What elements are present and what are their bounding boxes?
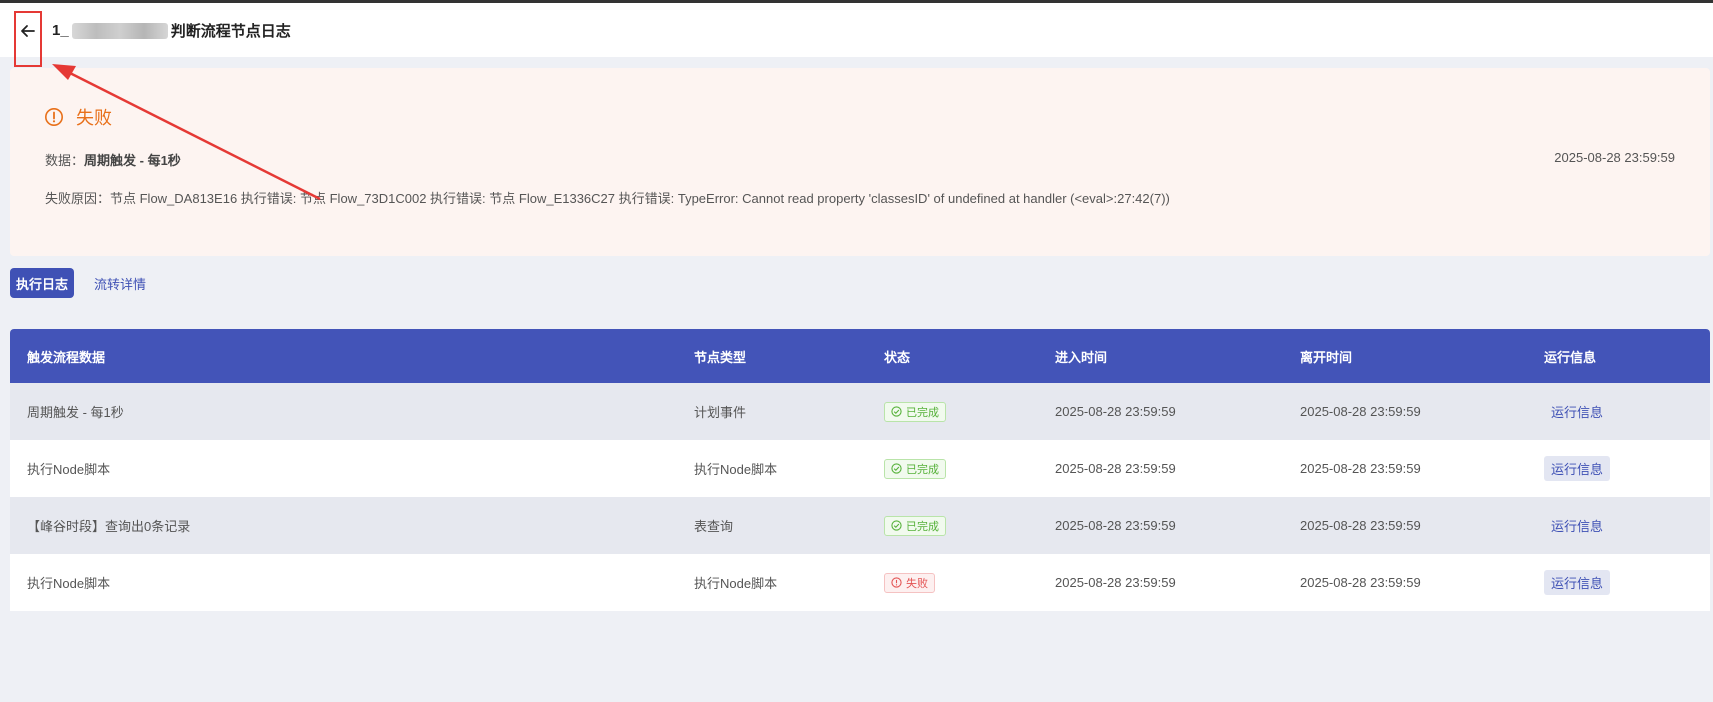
table-row: 【峰谷时段】查询出0条记录 表查询 已完成 2025-08-28 23:59:5… — [10, 497, 1710, 554]
failure-data: 数据：周期触发 - 每1秒 — [45, 150, 181, 169]
cell-status: 已完成 — [874, 401, 1045, 422]
cell-trigger-data: 执行Node脚本 — [27, 462, 111, 477]
failure-panel: 失败 数据：周期触发 - 每1秒 2025-08-28 23:59:59 失败原… — [10, 68, 1710, 256]
cell-trigger-data: 【峰谷时段】查询出0条记录 — [27, 519, 191, 534]
cell-enter-time: 2025-08-28 23:59:59 — [1055, 575, 1176, 590]
status-badge: 已完成 — [884, 515, 946, 536]
status-badge-label: 已完成 — [906, 406, 939, 419]
run-info-button[interactable]: 运行信息 — [1544, 513, 1610, 538]
back-arrow-icon — [21, 25, 35, 37]
run-info-button[interactable]: 运行信息 — [1544, 570, 1611, 595]
cell-node-type: 执行Node脚本 — [694, 576, 778, 591]
tab-bar: 执行日志 流转详情 — [10, 268, 146, 298]
failure-reason: 失败原因：节点 Flow_DA813E16 执行错误: 节点 Flow_73D1… — [45, 191, 1170, 206]
table-row: 执行Node脚本 执行Node脚本 已完成 2025-08-28 23:59:5… — [10, 440, 1710, 497]
cell-status: 已完成 — [874, 515, 1045, 536]
cell-run-info: 运行信息 — [1536, 456, 1710, 481]
failure-timestamp: 2025-08-28 23:59:59 — [1554, 150, 1675, 165]
execution-log-table: 触发流程数据 节点类型 状态 进入时间 离开时间 运行信息 周期触发 - 每1秒… — [10, 329, 1710, 611]
column-header-enter-time: 进入时间 — [1055, 349, 1108, 365]
status-badge-label: 已完成 — [906, 463, 939, 476]
cell-leave-time: 2025-08-28 23:59:59 — [1300, 461, 1421, 476]
cell-run-info: 运行信息 — [1536, 513, 1710, 538]
cell-enter-time: 2025-08-28 23:59:59 — [1055, 461, 1176, 476]
column-header-status: 状态 — [884, 349, 911, 365]
table-row: 周期触发 - 每1秒 计划事件 已完成 2025-08-28 23:59:59 … — [10, 383, 1710, 440]
cell-trigger-data: 执行Node脚本 — [27, 576, 111, 591]
cell-enter-time: 2025-08-28 23:59:59 — [1055, 518, 1176, 533]
table-row: 执行Node脚本 执行Node脚本 失败 2025-08-28 23:59:59… — [10, 554, 1710, 611]
cell-leave-time: 2025-08-28 23:59:59 — [1300, 575, 1421, 590]
page-title: 1_ 判断流程节点日志 — [52, 20, 291, 41]
redacted-text — [71, 22, 168, 39]
cell-run-info: 运行信息 — [1536, 570, 1710, 595]
page-title-prefix: 1_ — [52, 22, 69, 39]
error-circle-icon — [891, 577, 902, 588]
data-label: 数据： — [45, 153, 85, 168]
column-header-run-info: 运行信息 — [1544, 349, 1597, 365]
check-circle-icon — [891, 520, 902, 531]
page-title-suffix: 判断流程节点日志 — [170, 23, 291, 40]
warning-circle-icon — [45, 108, 63, 126]
cell-status: 失败 — [874, 572, 1045, 593]
table-header: 触发流程数据 节点类型 状态 进入时间 离开时间 运行信息 — [10, 329, 1710, 383]
cell-trigger-data: 周期触发 - 每1秒 — [27, 405, 124, 420]
column-header-node-type: 节点类型 — [694, 349, 747, 365]
cell-node-type: 执行Node脚本 — [694, 462, 778, 477]
cell-node-type: 计划事件 — [694, 405, 747, 420]
cell-leave-time: 2025-08-28 23:59:59 — [1300, 404, 1421, 419]
cell-enter-time: 2025-08-28 23:59:59 — [1055, 404, 1176, 419]
status-badge-label: 失败 — [906, 577, 928, 590]
status-badge: 已完成 — [884, 458, 946, 479]
failure-status: 失败 — [44, 104, 112, 130]
cell-leave-time: 2025-08-28 23:59:59 — [1300, 518, 1421, 533]
cell-status: 已完成 — [874, 458, 1045, 479]
data-value: 周期触发 - 每1秒 — [84, 153, 181, 168]
cell-run-info: 运行信息 — [1536, 399, 1710, 424]
status-badge: 失败 — [884, 572, 935, 593]
check-circle-icon — [891, 406, 902, 417]
tab-flow-details[interactable]: 流转详情 — [94, 274, 146, 293]
run-info-button[interactable]: 运行信息 — [1544, 456, 1611, 481]
column-header-trigger-data: 触发流程数据 — [27, 349, 106, 365]
column-header-leave-time: 离开时间 — [1300, 349, 1353, 365]
page-header: 1_ 判断流程节点日志 — [0, 3, 1713, 67]
cell-node-type: 表查询 — [694, 519, 734, 534]
back-button[interactable] — [14, 11, 42, 67]
tab-execution-log[interactable]: 执行日志 — [10, 268, 75, 298]
check-circle-icon — [891, 463, 902, 474]
run-info-button[interactable]: 运行信息 — [1544, 399, 1610, 424]
failure-status-text: 失败 — [76, 108, 112, 128]
status-badge-label: 已完成 — [906, 520, 939, 533]
status-badge: 已完成 — [884, 401, 946, 422]
